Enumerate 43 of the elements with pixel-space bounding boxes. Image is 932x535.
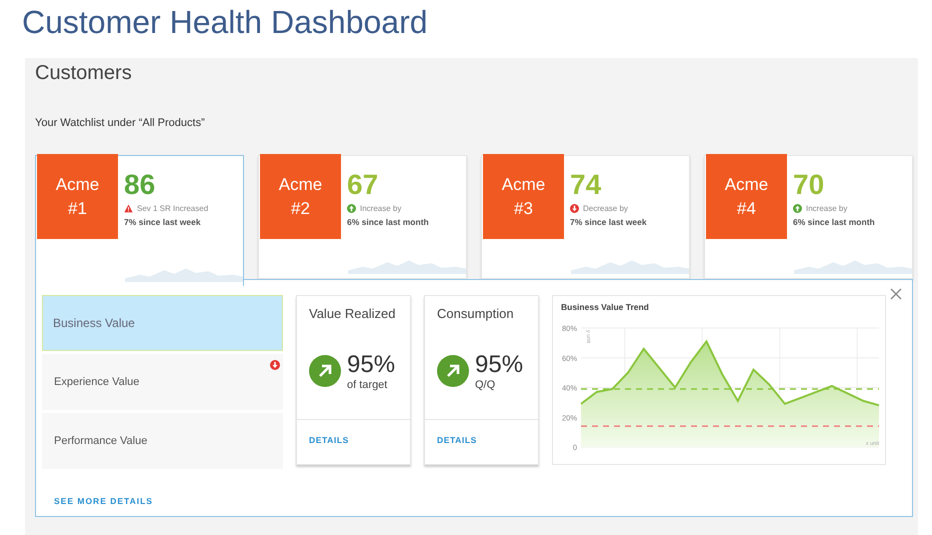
value-tab[interactable]: Business Value [42,295,283,351]
change-text: 6% since last month [793,217,875,227]
arrow-up-icon [347,204,356,213]
trend-up-icon [309,355,341,387]
status-text: Decrease by [583,204,628,213]
metric-value: 95% [347,351,396,378]
metric-title: Value Realized [308,305,396,321]
customer-card[interactable]: Acme #1 86 Sev 1 SR Increased 7% since last week [35,155,244,286]
details-link[interactable]: DETAILS [309,435,349,445]
customer-card[interactable]: Acme #2 67 Increase by 6% since last month [258,155,467,279]
change-text: 7% since last week [570,217,647,227]
close-icon[interactable] [890,288,902,300]
status-text: Increase by [360,204,402,213]
value-tab[interactable]: Experience Value [42,354,283,410]
metric-caption: Q/Q [475,379,496,391]
status-text: Increase by [806,204,848,213]
status-text: Sev 1 SR Increased [137,204,208,213]
chart-title: Business Value Trend [561,302,649,312]
metric-value: 95% [475,351,524,378]
customer-card[interactable]: Acme #4 70 Increase by 6% since last month [704,155,913,279]
change-text: 6% since last month [347,217,429,227]
customer-label: Acme #2 [260,154,341,239]
warning-icon [124,204,133,213]
arrow-up-icon [793,204,802,213]
section-heading: Customers [35,61,132,85]
health-score: 67 [347,170,378,200]
health-score: 70 [793,170,824,200]
health-score: 74 [570,170,602,200]
page-title: Customer Health Dashboard [21,3,429,42]
change-text: 7% since last week [124,217,201,227]
health-score: 86 [124,170,156,200]
value-tab[interactable]: Performance Value [42,413,283,469]
arrow-down-icon [570,204,579,213]
metric-title: Consumption [436,305,515,321]
customer-label: Acme #4 [706,154,787,239]
details-link[interactable]: DETAILS [437,435,477,445]
see-more-link[interactable]: SEE MORE DETAILS [54,496,153,506]
customer-label: Acme #1 [37,154,118,239]
metric-caption: of target [347,379,388,391]
customer-card[interactable]: Acme #3 74 Decrease by 7% since last week [481,155,690,279]
trend-up-icon [437,355,469,387]
customer-label: Acme #3 [483,154,564,239]
watchlist-label: Your Watchlist under “All Products” [35,117,205,129]
